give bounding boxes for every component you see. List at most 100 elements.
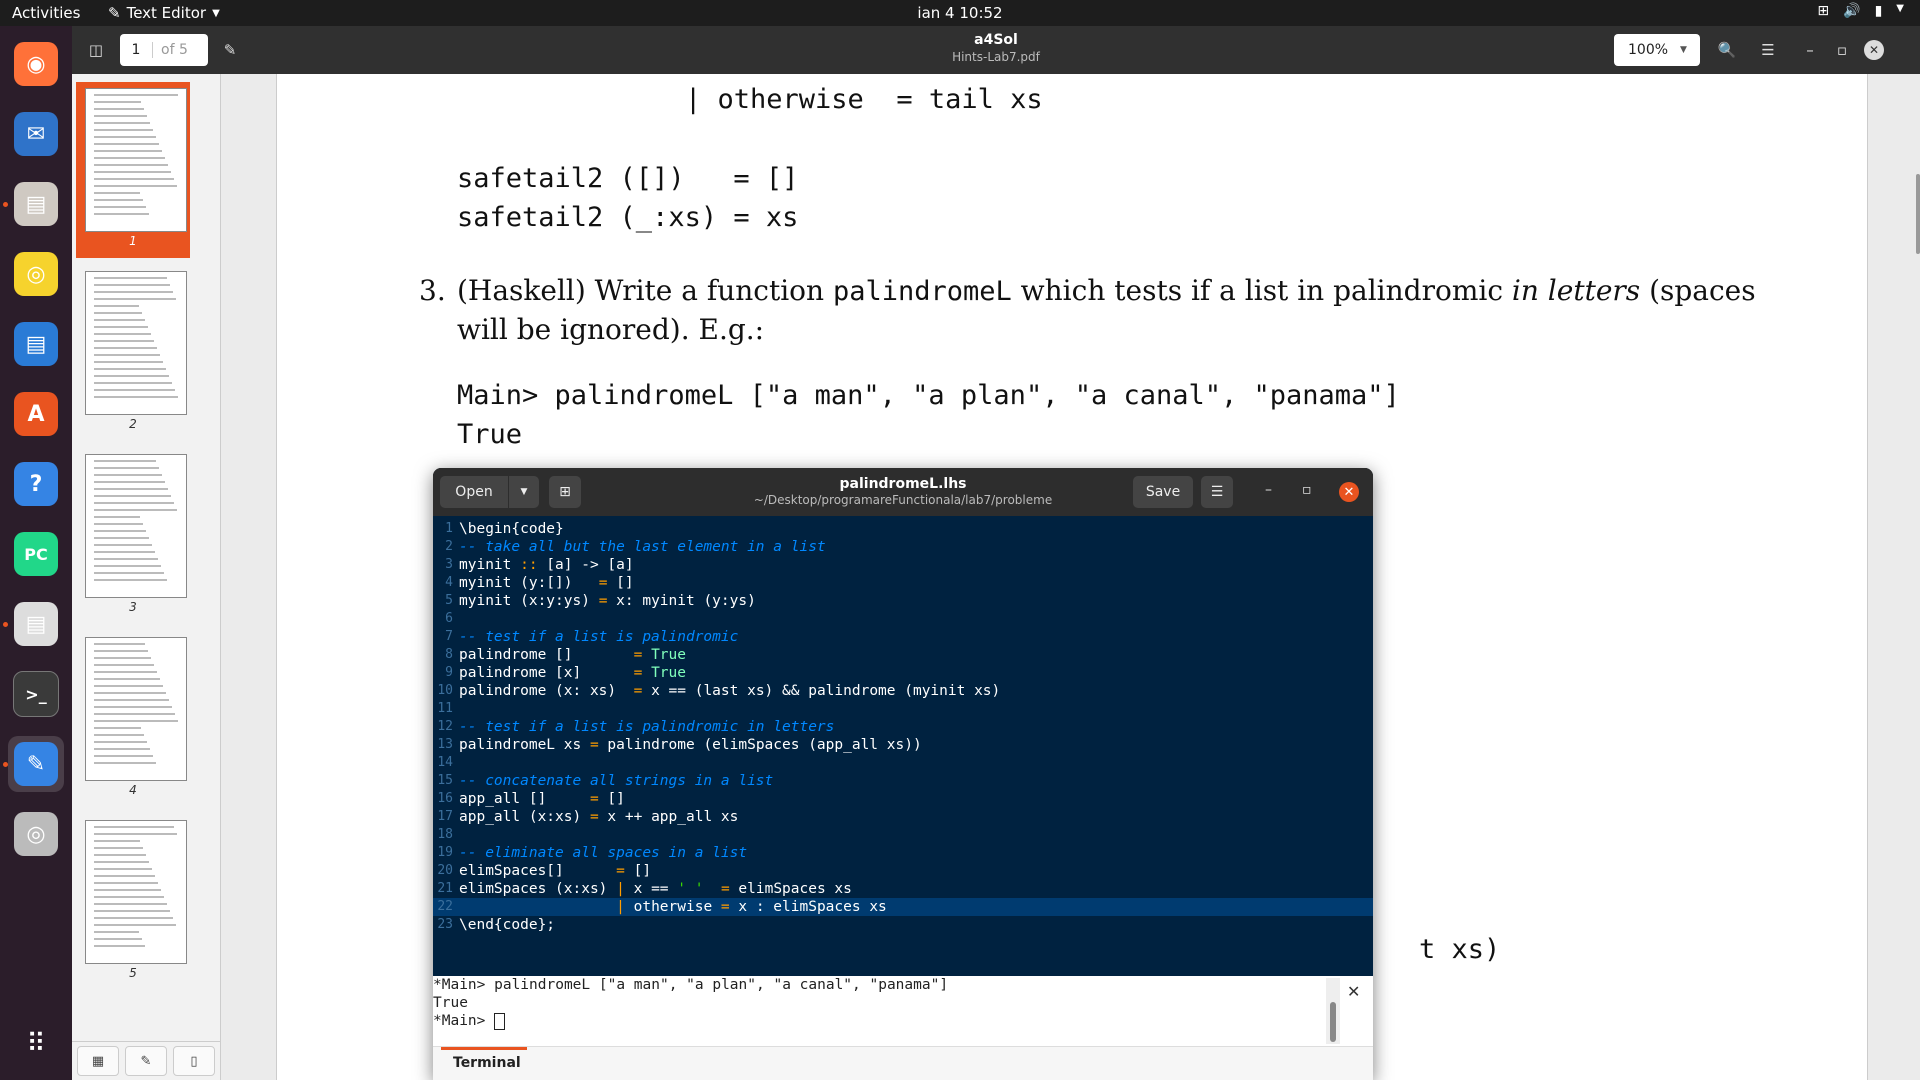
thumbnail-text-line bbox=[94, 488, 168, 490]
code-line[interactable]: 6 bbox=[433, 610, 1373, 628]
thumbnail-text-line bbox=[94, 502, 174, 504]
maximize-button[interactable]: ▫ bbox=[1830, 34, 1854, 66]
page-thumbnail[interactable]: 5 bbox=[76, 814, 190, 990]
thumbnail-preview bbox=[85, 88, 187, 232]
code-line[interactable]: 20 elimSpaces[] = [] bbox=[433, 862, 1373, 880]
thumbnail-text-line bbox=[94, 481, 165, 483]
dock-item[interactable]: ▤ bbox=[8, 596, 64, 652]
line-number: 3 bbox=[445, 557, 453, 572]
vertical-scrollbar[interactable] bbox=[1916, 174, 1920, 254]
save-button[interactable]: Save bbox=[1133, 476, 1193, 508]
code-line[interactable]: 7 -- test if a list is palindromic bbox=[433, 628, 1373, 646]
search-button[interactable]: 🔍 bbox=[1709, 34, 1745, 66]
code-line[interactable]: 22 | otherwise = x : elimSpaces xs bbox=[433, 898, 1373, 916]
tab-terminal[interactable]: Terminal bbox=[453, 1055, 521, 1071]
terminal-cursor bbox=[494, 1012, 506, 1030]
app-menu[interactable]: ✎ Text Editor ▼ bbox=[108, 4, 220, 22]
code-line[interactable]: 15 -- concatenate all strings in a list bbox=[433, 772, 1373, 790]
problem-text-part: which tests if a list in palindromic bbox=[1011, 274, 1512, 307]
code-line[interactable]: 9 palindrome [x] = True bbox=[433, 664, 1373, 682]
code-line[interactable]: 11 bbox=[433, 700, 1373, 718]
minimize-button[interactable]: – bbox=[1798, 34, 1822, 66]
code-line[interactable]: 1 \begin{code} bbox=[433, 520, 1373, 538]
code-line[interactable]: 16 app_all [] = [] bbox=[433, 790, 1373, 808]
dock-item[interactable]: ? bbox=[8, 456, 64, 512]
help-icon: ? bbox=[14, 462, 58, 506]
dock-item[interactable]: ◉ bbox=[8, 36, 64, 92]
chevron-down-icon: ▼ bbox=[1680, 45, 1687, 55]
thumbnail-text-line bbox=[94, 671, 157, 673]
thumbnail-text-line bbox=[94, 382, 172, 384]
code-line[interactable]: 14 bbox=[433, 754, 1373, 772]
code-line[interactable]: 17 app_all (x:xs) = x ++ app_all xs bbox=[433, 808, 1373, 826]
code-text: palindromeL xs = palindrome (elimSpaces … bbox=[459, 737, 922, 753]
code-line[interactable]: 5 myinit (x:y:ys) = x: myinit (y:ys) bbox=[433, 592, 1373, 610]
running-indicator bbox=[3, 622, 8, 627]
thumbnail-text-line bbox=[94, 467, 159, 469]
dock-item[interactable]: ▤ bbox=[8, 176, 64, 232]
close-button[interactable]: ✕ bbox=[1862, 34, 1886, 66]
thumbnail-text-line bbox=[94, 734, 144, 736]
page-thumbnail[interactable]: 1 bbox=[76, 82, 190, 258]
code-line[interactable]: 18 bbox=[433, 826, 1373, 844]
dock-item[interactable]: ✎ bbox=[8, 736, 64, 792]
thumbnail-text-line bbox=[94, 657, 151, 659]
code-editor[interactable]: 1 \begin{code} 2 -- take all but the last e… bbox=[433, 516, 1373, 976]
code-line[interactable]: 3 myinit :: [a] -> [a] bbox=[433, 556, 1373, 574]
page-thumbnail[interactable]: 2 bbox=[76, 265, 190, 441]
code-line[interactable]: 23 \end{code}; bbox=[433, 916, 1373, 934]
line-number: 7 bbox=[445, 629, 453, 644]
thumbnail-text-line bbox=[94, 889, 161, 891]
menu-button[interactable]: ☰ bbox=[1750, 34, 1786, 66]
show-apps-icon[interactable]: ⠿ bbox=[8, 1016, 64, 1072]
thumbnails-mode-button[interactable]: ▦ bbox=[77, 1046, 119, 1076]
code-line[interactable]: 21 elimSpaces (x:xs) | x == ' ' = elimSpa… bbox=[433, 880, 1373, 898]
dock-item[interactable]: ◎ bbox=[8, 806, 64, 862]
problem-text-part: (spaces bbox=[1640, 274, 1756, 307]
terminal-scrollbar[interactable] bbox=[1326, 978, 1340, 1044]
dock-item[interactable]: PC bbox=[8, 526, 64, 582]
thumbnail-text-line bbox=[94, 523, 143, 525]
code-line[interactable]: 10 palindrome (x: xs) = x == (last xs) &&… bbox=[433, 682, 1373, 700]
code-line[interactable]: 13 palindromeL xs = palindrome (elimSpace… bbox=[433, 736, 1373, 754]
code-line[interactable]: 8 palindrome [] = True bbox=[433, 646, 1373, 664]
panel-close-button[interactable]: ✕ bbox=[1347, 982, 1360, 1001]
zoom-selector[interactable]: 100% ▼ bbox=[1614, 34, 1700, 66]
dock-item[interactable]: ✉ bbox=[8, 106, 64, 162]
bookmarks-mode-button[interactable]: ▯ bbox=[173, 1046, 215, 1076]
minimize-button[interactable]: – bbox=[1265, 482, 1272, 498]
thumbnail-text-line bbox=[94, 319, 145, 321]
dock-item[interactable]: A bbox=[8, 386, 64, 442]
page-thumbnail[interactable]: 3 bbox=[76, 448, 190, 624]
thumbnail-text-line bbox=[94, 143, 159, 145]
thumbnail-text-line bbox=[94, 537, 149, 539]
annotations-mode-button[interactable]: ✎ bbox=[125, 1046, 167, 1076]
code-line[interactable]: 2 -- take all but the last element in a l… bbox=[433, 538, 1373, 556]
code-line[interactable]: 12 -- test if a list is palindromic in le… bbox=[433, 718, 1373, 736]
code-line[interactable]: 19 -- eliminate all spaces in a list bbox=[433, 844, 1373, 862]
system-tray[interactable]: ⊞ 🔊 ▮ ▼ bbox=[1817, 3, 1904, 19]
clock[interactable]: ian 4 10:52 bbox=[900, 4, 1020, 22]
editor-menu-button[interactable]: ☰ bbox=[1201, 476, 1233, 508]
thumbnail-text-line bbox=[94, 868, 152, 870]
maximize-button[interactable]: ▫ bbox=[1302, 482, 1312, 498]
page-thumbnail[interactable]: 4 bbox=[76, 631, 190, 807]
dock-item[interactable]: ▤ bbox=[8, 316, 64, 372]
thumbnail-preview bbox=[85, 454, 187, 598]
thumbnail-sidebar: 1 2 3 4 5 ▦ ✎ ▯ bbox=[72, 74, 221, 1080]
code-text: palindrome (x: xs) = x == (last xs) && p… bbox=[459, 683, 1001, 699]
terminal-icon: >_ bbox=[13, 671, 59, 717]
activities-button[interactable]: Activities bbox=[12, 4, 80, 22]
text-editor-window: Open ▼ ⊞ palindromeL.lhs ~/Desktop/progr… bbox=[433, 468, 1373, 1080]
terminal-output[interactable]: *Main> palindromeL ["a man", "a plan", "… bbox=[433, 976, 1326, 1046]
close-button[interactable]: ✕ bbox=[1339, 482, 1359, 502]
dock-item[interactable]: >_ bbox=[8, 666, 64, 722]
dock-item[interactable]: ◎ bbox=[8, 246, 64, 302]
thumbnail-text-line bbox=[94, 277, 167, 279]
thumbnail-text-line bbox=[94, 94, 178, 96]
scrollbar-thumb[interactable] bbox=[1330, 1002, 1336, 1042]
emphasis-text: in letters bbox=[1511, 274, 1641, 307]
thumbnail-text-line bbox=[94, 565, 161, 567]
code-line[interactable]: 4 myinit (y:[]) = [] bbox=[433, 574, 1373, 592]
thumbnail-text-line bbox=[94, 460, 156, 462]
